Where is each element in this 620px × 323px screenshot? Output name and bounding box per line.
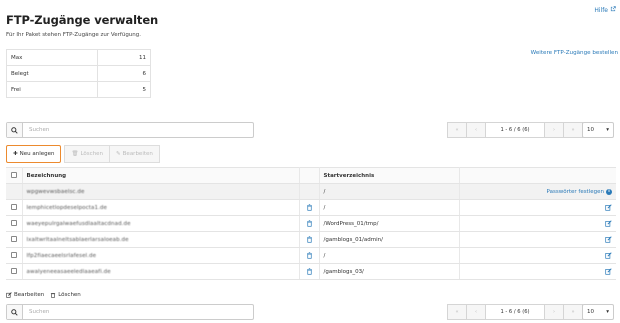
- start-directory: /: [319, 247, 460, 264]
- bottom-delete-button[interactable]: Löschen: [50, 292, 81, 298]
- edit-icon[interactable]: [459, 199, 616, 216]
- set-passwords-link[interactable]: Passwörter festlegen i: [546, 188, 612, 195]
- next-page-button[interactable]: ›: [544, 304, 564, 320]
- first-page-button[interactable]: «: [447, 122, 467, 138]
- row-checkbox[interactable]: [10, 220, 17, 227]
- bottom-edit-label: Bearbeiten: [14, 292, 45, 298]
- page-subtitle: Für Ihr Paket stehen FTP-Zugänge zur Ver…: [6, 32, 142, 38]
- delete-button[interactable]: 🗑 Löschen: [64, 145, 111, 163]
- account-name: lemphicetlopdeselpocta1.de: [26, 204, 108, 211]
- page-info: 1 - 6 / 6 (6): [485, 304, 545, 320]
- chevron-down-icon: ▾: [606, 127, 609, 133]
- account-name: lxaltwrltaalneltsablaerlarsaloeab.de: [26, 236, 129, 243]
- order-more-ftp-link[interactable]: Weitere FTP-Zugänge bestellen: [531, 50, 618, 56]
- pager-bottom: « ‹ 1 - 6 / 6 (6) › »: [447, 304, 583, 320]
- edit-icon: [6, 292, 12, 298]
- quota-value: 5: [97, 81, 151, 98]
- trash-icon[interactable]: [299, 231, 320, 248]
- edit-icon[interactable]: [459, 247, 616, 264]
- trash-icon: [51, 293, 56, 298]
- quota-row-free: Frei 5: [6, 81, 151, 98]
- start-directory: /: [319, 199, 460, 216]
- prev-page-button[interactable]: ‹: [466, 304, 486, 320]
- row-checkbox[interactable]: [10, 268, 17, 275]
- next-page-button[interactable]: ›: [544, 122, 564, 138]
- last-page-button[interactable]: »: [563, 122, 583, 138]
- edit-icon[interactable]: [459, 231, 616, 248]
- chevron-down-icon: ▾: [606, 309, 609, 315]
- table-row[interactable]: lxaltwrltaalneltsablaerlarsaloeab.de /ga…: [6, 231, 616, 248]
- page-info: 1 - 6 / 6 (6): [485, 122, 545, 138]
- per-page-value: 10: [587, 309, 594, 315]
- help-link[interactable]: Hilfe: [594, 6, 616, 14]
- per-page-select[interactable]: 10 ▾: [582, 122, 614, 138]
- quota-label: Frei: [6, 81, 98, 98]
- trash-icon[interactable]: [299, 215, 320, 232]
- account-name: awalyeneeasaeeledlaaeafi.de: [26, 268, 111, 275]
- edit-button[interactable]: ✎ Bearbeiten: [109, 145, 160, 163]
- new-button[interactable]: ✚ Neu anlegen: [6, 145, 62, 163]
- edit-icon[interactable]: [459, 263, 616, 280]
- first-page-button[interactable]: «: [447, 304, 467, 320]
- search-box-top[interactable]: [6, 122, 254, 138]
- per-page-value: 10: [587, 127, 594, 133]
- info-icon[interactable]: i: [606, 188, 612, 195]
- row-checkbox[interactable]: [10, 204, 17, 211]
- bottom-edit-button[interactable]: Bearbeiten: [6, 292, 44, 298]
- plus-icon: ✚: [13, 151, 18, 157]
- edit-button-label: Bearbeiten: [122, 151, 153, 157]
- new-button-label: Neu anlegen: [19, 151, 55, 157]
- column-header-dir[interactable]: Startverzeichnis: [319, 167, 460, 184]
- quota-value: 11: [97, 49, 151, 66]
- toolbar: ✚ Neu anlegen 🗑 Löschen ✎ Bearbeiten: [6, 145, 160, 163]
- table-row[interactable]: lfp2fiaecaeelsrlafesel.de /: [6, 247, 616, 264]
- quota-row-max: Max 11: [6, 49, 151, 66]
- start-directory: /gamblogs_03/: [319, 263, 460, 280]
- account-name: lfp2fiaecaeelsrlafesel.de: [26, 252, 97, 259]
- search-icon[interactable]: [7, 123, 23, 137]
- prev-page-button[interactable]: ‹: [466, 122, 486, 138]
- search-input-top[interactable]: [23, 127, 243, 133]
- table-header: Bezeichnung Startverzeichnis: [6, 167, 616, 184]
- trash-icon[interactable]: [299, 263, 320, 280]
- row-checkbox[interactable]: [10, 252, 17, 259]
- quota-value: 6: [97, 65, 151, 82]
- search-box-bottom[interactable]: [6, 304, 254, 320]
- table-row[interactable]: awalyeneeasaeeledlaaeafi.de /gamblogs_03…: [6, 263, 616, 280]
- table-row[interactable]: waeyepulrgalwaefusdlaaltacdnad.de /WordP…: [6, 215, 616, 232]
- search-icon[interactable]: [7, 305, 23, 319]
- per-page-select[interactable]: 10 ▾: [582, 304, 614, 320]
- quota-table: Max 11 Belegt 6 Frei 5: [6, 49, 151, 98]
- trash-icon[interactable]: [299, 199, 320, 216]
- delete-button-label: Löschen: [80, 151, 104, 157]
- quota-row-used: Belegt 6: [6, 65, 151, 82]
- start-directory: /gamblogs_01/admin/: [319, 231, 460, 248]
- table-row[interactable]: lemphicetlopdeselpocta1.de /: [6, 199, 616, 216]
- search-input-bottom[interactable]: [23, 309, 243, 315]
- table-row[interactable]: wpgwevwsbaelsc.de / Passwörter festlegen…: [6, 183, 616, 200]
- last-page-button[interactable]: »: [563, 304, 583, 320]
- pager-top: « ‹ 1 - 6 / 6 (6) › »: [447, 122, 583, 138]
- column-header-name[interactable]: Bezeichnung: [22, 167, 300, 184]
- ftp-accounts-table: Bezeichnung Startverzeichnis wpgwevwsbae…: [6, 167, 616, 280]
- bottom-actions: Bearbeiten Löschen: [6, 292, 81, 298]
- quota-label: Belegt: [6, 65, 98, 82]
- start-directory: /WordPress_01/tmp/: [319, 215, 460, 232]
- row-checkbox[interactable]: [10, 236, 17, 243]
- trash-icon[interactable]: [299, 247, 320, 264]
- set-passwords-label: Passwörter festlegen: [546, 188, 604, 195]
- page-title: FTP-Zugänge verwalten: [6, 13, 159, 27]
- account-name: waeyepulrgalwaefusdlaaltacdnad.de: [26, 220, 131, 227]
- trash-icon: 🗑: [71, 151, 79, 157]
- edit-icon: ✎: [116, 151, 121, 157]
- account-name: wpgwevwsbaelsc.de: [26, 188, 85, 195]
- edit-icon[interactable]: [459, 215, 616, 232]
- quota-label: Max: [6, 49, 98, 66]
- start-directory: /: [319, 183, 460, 200]
- select-all-checkbox[interactable]: [10, 172, 17, 179]
- external-link-icon: [610, 6, 616, 14]
- bottom-delete-label: Löschen: [58, 292, 81, 298]
- help-label: Hilfe: [594, 6, 608, 14]
